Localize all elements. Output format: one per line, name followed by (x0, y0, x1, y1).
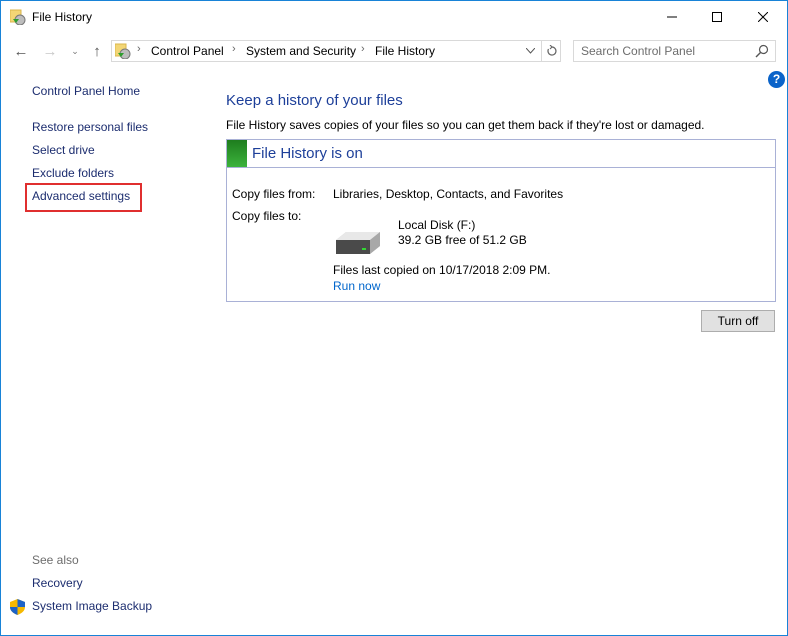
status-header: File History is on (227, 140, 775, 168)
copy-from-label: Copy files from: (232, 187, 316, 201)
sidebar-item-select-drive[interactable]: Select drive (32, 143, 95, 157)
back-button[interactable]: ← (11, 41, 31, 61)
see-also-recovery-link[interactable]: Recovery (32, 576, 83, 590)
refresh-button[interactable] (541, 41, 561, 61)
hard-drive-icon (336, 232, 380, 254)
up-button[interactable]: ↑ (87, 41, 107, 61)
shield-icon (10, 599, 25, 615)
search-input[interactable]: Search Control Panel (573, 40, 776, 62)
status-title: File History is on (252, 145, 363, 162)
refresh-icon (546, 45, 557, 56)
file-history-window: File History ← → ⌄ ↑ › Control Panel › S… (0, 0, 788, 636)
recent-locations-button[interactable]: ⌄ (65, 41, 85, 61)
chevron-right-icon: › (232, 43, 236, 55)
close-button[interactable] (740, 1, 786, 33)
page-description: File History saves copies of your files … (226, 118, 705, 132)
close-icon (758, 12, 768, 22)
see-also-label: See also (32, 553, 79, 567)
copy-from-value: Libraries, Desktop, Contacts, and Favori… (333, 187, 564, 201)
chevron-right-icon: › (361, 43, 365, 55)
chevron-down-icon (525, 48, 535, 54)
chevron-down-icon: ⌄ (71, 45, 79, 56)
forward-arrow-icon: → (42, 42, 58, 60)
file-history-location-icon (115, 43, 131, 59)
status-panel: File History is on Copy files from: Libr… (226, 139, 776, 302)
forward-button[interactable]: → (40, 41, 60, 61)
window-title: File History (32, 10, 93, 24)
last-copied-text: Files last copied on 10/17/2018 2:09 PM. (333, 263, 551, 277)
page-title: Keep a history of your files (226, 92, 403, 109)
maximize-icon (712, 12, 722, 22)
sidebar-item-control-panel-home[interactable]: Control Panel Home (32, 84, 140, 98)
minimize-button[interactable] (649, 1, 695, 33)
help-button[interactable]: ? (768, 71, 785, 88)
search-icon (755, 44, 769, 58)
maximize-button[interactable] (694, 1, 740, 33)
sidebar-item-exclude-folders[interactable]: Exclude folders (32, 166, 114, 180)
drive-name: Local Disk (F:) (398, 218, 476, 232)
advanced-settings-highlight-box (25, 183, 142, 212)
chevron-right-icon: › (137, 43, 141, 55)
minimize-icon (667, 16, 677, 18)
breadcrumb-file-history[interactable]: File History (375, 44, 435, 58)
back-arrow-icon: ← (13, 42, 29, 60)
up-arrow-icon: ↑ (93, 42, 101, 60)
status-indicator (227, 140, 247, 167)
run-now-link[interactable]: Run now (333, 279, 380, 293)
address-bar[interactable]: › Control Panel › System and Security › … (111, 40, 561, 62)
see-also-system-image-backup-link[interactable]: System Image Backup (32, 599, 152, 613)
file-history-app-icon (10, 9, 26, 25)
search-placeholder: Search Control Panel (581, 44, 696, 58)
copy-to-label: Copy files to: (232, 209, 302, 223)
breadcrumb-system-security[interactable]: System and Security (246, 44, 356, 58)
sidebar-item-restore-personal-files[interactable]: Restore personal files (32, 120, 148, 134)
drive-free-space: 39.2 GB free of 51.2 GB (398, 233, 527, 247)
navigation-bar: ← → ⌄ ↑ › Control Panel › System and Sec… (1, 37, 787, 65)
turn-off-button[interactable]: Turn off (701, 310, 775, 332)
title-bar: File History (1, 1, 787, 33)
address-dropdown-button[interactable] (520, 41, 540, 61)
breadcrumb-control-panel[interactable]: Control Panel (151, 44, 224, 58)
